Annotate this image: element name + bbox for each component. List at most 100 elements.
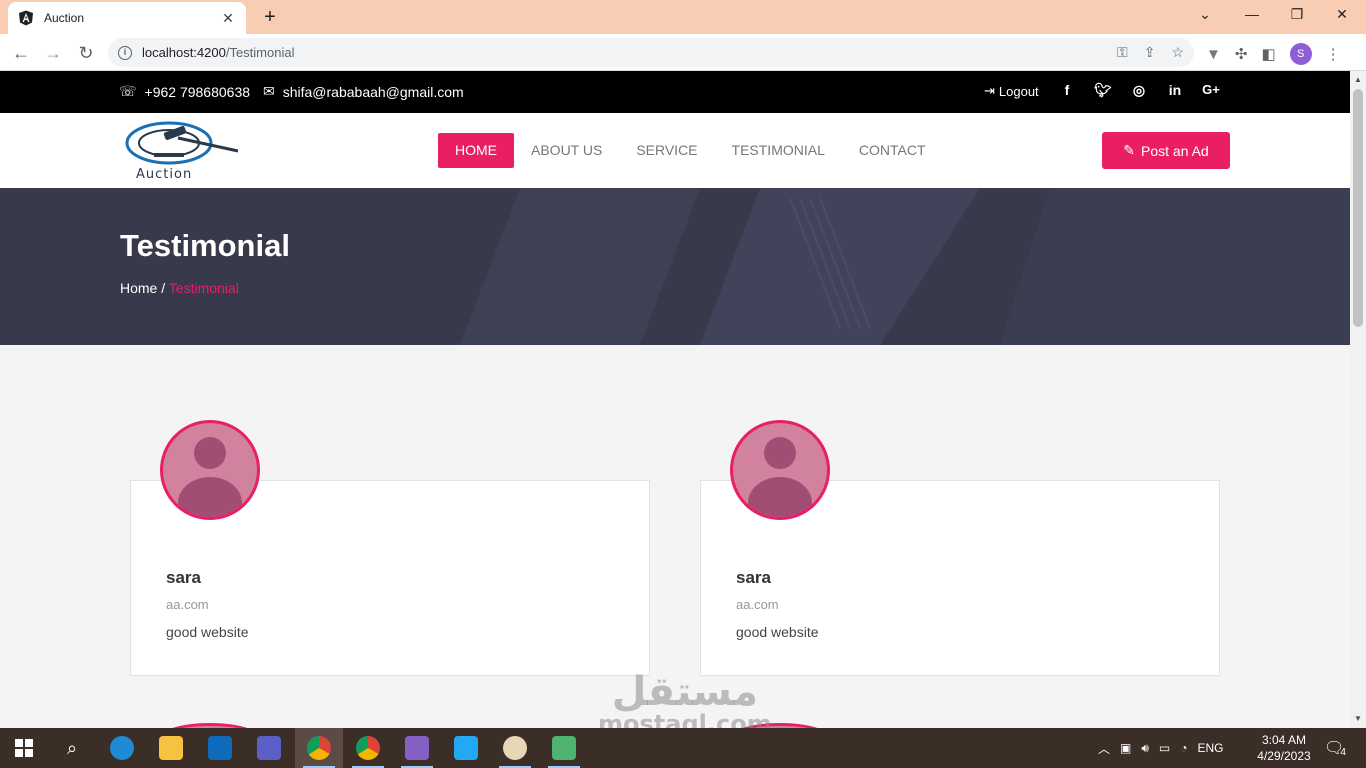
avatar xyxy=(160,420,260,520)
new-tab-button[interactable]: + xyxy=(258,6,282,30)
visual-studio-icon[interactable] xyxy=(393,728,441,768)
facebook-icon[interactable]: f xyxy=(1057,82,1077,102)
chevron-up-icon[interactable]: ︿ xyxy=(1098,740,1110,757)
phone-icon: ☏ xyxy=(119,83,137,99)
side-panel-icon[interactable]: ◧ xyxy=(1261,45,1275,63)
logo-text: Auction xyxy=(136,167,193,182)
outlook-icon[interactable] xyxy=(196,728,244,768)
minimize-button[interactable]: — xyxy=(1240,6,1264,22)
address-bar[interactable]: i localhost:4200/Testimonial ⚿ ⇪ ☆ xyxy=(108,38,1194,67)
twitter-icon[interactable]: 🐦︎ xyxy=(1093,82,1113,102)
avatar xyxy=(730,420,830,520)
gavel-logo-icon xyxy=(125,121,239,165)
notification-count: 4 xyxy=(1340,746,1346,758)
page-header-banner: Testimonial Home / Testimonial xyxy=(0,188,1350,345)
vscode-icon[interactable] xyxy=(442,728,490,768)
file-explorer-icon[interactable] xyxy=(147,728,195,768)
site-info-icon[interactable]: i xyxy=(118,45,132,60)
language-indicator[interactable]: ENG xyxy=(1198,741,1224,755)
user-avatar-icon xyxy=(178,437,242,517)
contact-topbar: ☏ +962 798680638 ✉ shifa@rababaah@gmail.… xyxy=(0,71,1350,113)
key-icon[interactable]: ⚿ xyxy=(1117,44,1128,61)
share-icon[interactable]: ⇪ xyxy=(1144,44,1156,61)
edge-icon[interactable] xyxy=(98,728,146,768)
back-arrow-icon[interactable]: ← xyxy=(8,40,34,66)
url-text: localhost:4200/Testimonial xyxy=(142,45,295,60)
clock-time: 3:04 AM xyxy=(1261,733,1307,747)
nav-home[interactable]: HOME xyxy=(438,133,514,168)
testimonial-site: aa.com xyxy=(736,597,779,612)
browser-tab[interactable]: Auction ✕ xyxy=(8,2,246,34)
banner-background-image xyxy=(460,188,1350,345)
scroll-down-arrow-icon[interactable]: ▼ xyxy=(1354,714,1362,723)
mostaql-watermark: مستقل mostaql.com xyxy=(598,672,772,736)
paint-icon[interactable] xyxy=(491,728,539,768)
close-window-button[interactable]: ✕ xyxy=(1330,6,1354,23)
nav-contact[interactable]: CONTACT xyxy=(842,133,943,168)
windows-taskbar: ⌕ ︿ ▣ 🔊︎ ▭ ◔ ENG 3:04 AM 4/29/2023 🗨︎ 4 xyxy=(0,728,1366,768)
tab-search-icon[interactable]: ⌄ xyxy=(1193,6,1217,23)
testimonial-site: aa.com xyxy=(166,597,209,612)
browser-tab-strip: Auction ✕ + ⌄ — ❐ ✕ xyxy=(0,0,1366,34)
phone-contact: ☏ +962 798680638 xyxy=(119,83,250,100)
profile-avatar[interactable]: S xyxy=(1289,43,1312,65)
page-title: Testimonial xyxy=(120,228,290,263)
speaker-icon[interactable]: 🔊︎ xyxy=(1141,741,1149,756)
breadcrumb-current: Testimonial xyxy=(168,280,239,296)
nav-menu: HOME ABOUT US SERVICE TESTIMONIAL CONTAC… xyxy=(438,133,943,168)
clock-date: 4/29/2023 xyxy=(1257,749,1311,763)
tab-close-icon[interactable]: ✕ xyxy=(220,10,236,27)
extensions-puzzle-icon[interactable]: ✣ xyxy=(1235,45,1248,63)
phone-number: +962 798680638 xyxy=(144,83,251,100)
tab-title: Auction xyxy=(44,11,85,25)
angular-favicon-icon xyxy=(19,10,33,26)
battery-icon[interactable]: ▭ xyxy=(1159,741,1170,755)
google-plus-icon[interactable]: G+ xyxy=(1201,82,1221,102)
testimonial-name: sara xyxy=(166,568,201,587)
testimonial-text: good website xyxy=(166,624,249,640)
email-contact: ✉ shifa@rababaah@gmail.com xyxy=(263,83,464,100)
nav-testimonial[interactable]: TESTIMONIAL xyxy=(715,133,842,168)
edit-icon: ✎ xyxy=(1123,142,1135,158)
restore-button[interactable]: ❐ xyxy=(1285,6,1309,23)
breadcrumb: Home / Testimonial xyxy=(120,280,239,296)
page-viewport: ☏ +962 798680638 ✉ shifa@rababaah@gmail.… xyxy=(0,71,1350,728)
post-an-ad-button[interactable]: ✎ Post an Ad xyxy=(1102,132,1230,169)
forward-arrow-icon[interactable]: → xyxy=(40,40,66,66)
meet-now-icon[interactable]: ▣ xyxy=(1120,741,1131,755)
taskbar-clock[interactable]: 3:04 AM 4/29/2023 xyxy=(1252,732,1316,764)
chrome-icon[interactable] xyxy=(344,728,392,768)
app-icon[interactable] xyxy=(540,728,588,768)
teams-icon[interactable] xyxy=(245,728,293,768)
testimonial-text: good website xyxy=(736,624,819,640)
linkedin-icon[interactable]: in xyxy=(1165,82,1185,102)
notification-center-icon[interactable]: 🗨︎ 4 xyxy=(1324,728,1346,768)
bookmark-star-icon[interactable]: ☆ xyxy=(1171,44,1184,61)
scrollbar-thumb[interactable] xyxy=(1353,89,1363,327)
post-an-ad-label: Post an Ad xyxy=(1141,142,1209,159)
wifi-icon[interactable]: ◔ xyxy=(1180,741,1187,755)
system-tray: ︿ ▣ 🔊︎ ▭ ◔ ENG xyxy=(1098,728,1224,768)
chrome-icon[interactable] xyxy=(295,728,343,768)
email-address: shifa@rababaah@gmail.com xyxy=(282,83,464,100)
extension-v-icon[interactable]: ▼ xyxy=(1206,46,1221,63)
scroll-up-arrow-icon[interactable]: ▲ xyxy=(1354,75,1362,84)
reload-icon[interactable]: ↻ xyxy=(73,40,99,66)
instagram-icon[interactable]: ◎ xyxy=(1129,82,1149,102)
logout-icon: ⇥ xyxy=(984,83,995,98)
page-scrollbar[interactable]: ▲ ▼ xyxy=(1350,71,1366,728)
watermark-arabic: مستقل xyxy=(611,669,758,715)
breadcrumb-separator: / xyxy=(161,280,166,296)
testimonial-name: sara xyxy=(736,568,771,587)
windows-start-icon[interactable] xyxy=(0,728,48,768)
menu-kebab-icon[interactable]: ⋮ xyxy=(1326,45,1341,63)
breadcrumb-home[interactable]: Home xyxy=(120,280,157,296)
logout-link[interactable]: ⇥ Logout xyxy=(984,83,1039,99)
search-icon[interactable]: ⌕ xyxy=(48,728,96,768)
main-navbar: Auction HOME ABOUT US SERVICE TESTIMONIA… xyxy=(0,113,1350,188)
nav-about-us[interactable]: ABOUT US xyxy=(514,133,619,168)
nav-service[interactable]: SERVICE xyxy=(619,133,714,168)
logout-label: Logout xyxy=(998,83,1039,99)
browser-toolbar: ← → ↻ i localhost:4200/Testimonial ⚿ ⇪ ☆… xyxy=(0,34,1366,71)
auction-logo[interactable]: Auction xyxy=(124,119,244,183)
